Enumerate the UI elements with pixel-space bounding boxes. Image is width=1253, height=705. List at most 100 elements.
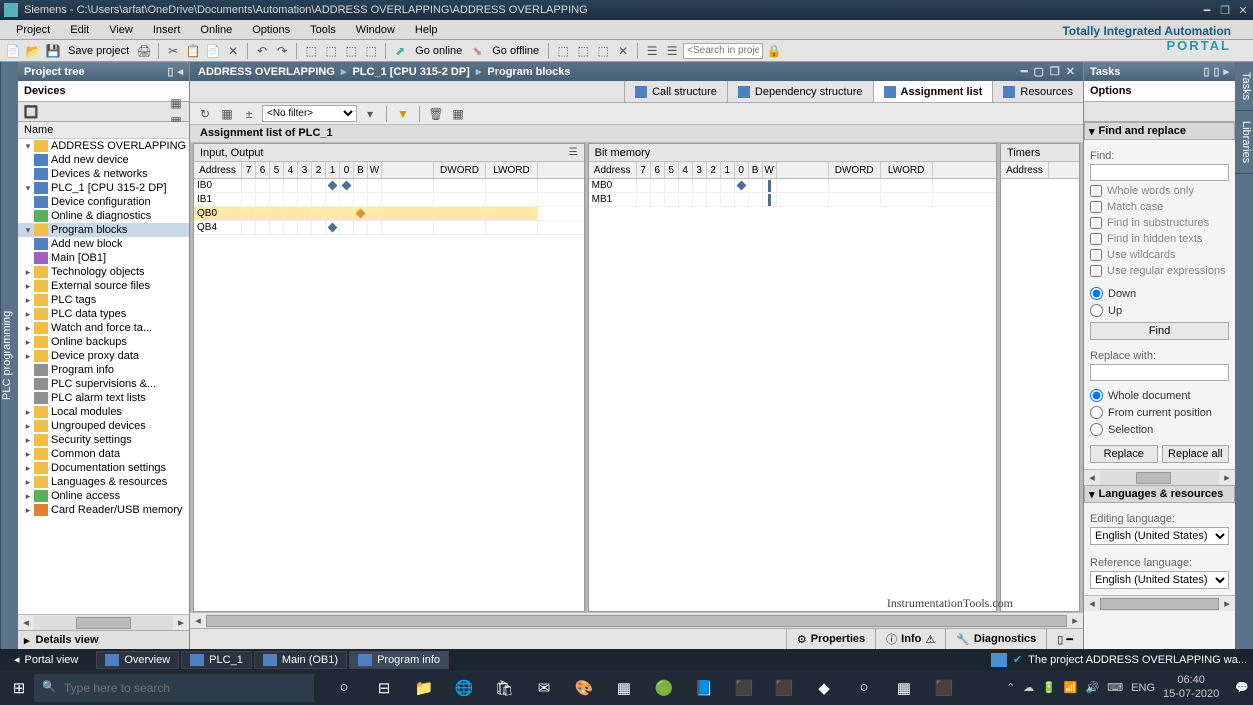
whole-words-checkbox[interactable] [1090,185,1102,197]
side-tab-tasks[interactable]: Tasks [1235,62,1253,111]
pt-collapse-icon[interactable]: ▯ [167,65,173,78]
table-row[interactable]: IB1 [194,193,584,207]
expand-icon[interactable]: ▸ [22,505,34,516]
substructures-checkbox[interactable] [1090,217,1102,229]
go-online-icon[interactable]: ⬈ [391,42,409,60]
expand-icon[interactable]: ▸ [22,491,34,502]
menu-insert[interactable]: Insert [143,24,191,36]
crumb-segment[interactable]: Program blocks [487,66,570,78]
tasks-btn-1[interactable]: ▯ [1203,65,1209,78]
print-icon[interactable]: 🖨 [135,42,153,60]
redo-icon[interactable]: ↷ [273,42,291,60]
tb-icon-4[interactable]: ⬚ [362,42,380,60]
undo-icon[interactable]: ↶ [253,42,271,60]
tray-cloud-icon[interactable]: ☁ [1023,681,1034,694]
expand-icon[interactable]: ▸ [22,267,34,278]
selection-radio[interactable] [1090,423,1103,436]
tree-item[interactable]: ▸Documentation settings [18,461,189,475]
match-case-checkbox[interactable] [1090,201,1102,213]
taskbar-app-2[interactable]: 📁 [404,670,444,705]
col-header[interactable]: LWORD [881,162,933,178]
table-row[interactable]: QB0 [194,207,584,221]
status-tab[interactable]: Program info [349,651,449,669]
col-header[interactable]: 3 [298,162,312,178]
whole-doc-radio[interactable] [1090,389,1103,402]
et-icon-5[interactable]: ▦ [449,105,467,123]
col-header[interactable]: 5 [665,162,679,178]
view-tab-call-structure[interactable]: Call structure [624,81,727,102]
et-icon-3[interactable]: ▾ [361,105,379,123]
list-toggle-icon[interactable]: ☰ [569,147,578,158]
taskbar-app-3[interactable]: 🌐 [444,670,484,705]
taskbar-app-6[interactable]: 🎨 [564,670,604,705]
taskbar-app-5[interactable]: ✉ [524,670,564,705]
expand-icon[interactable]: ▸ [22,407,34,418]
taskbar-app-10[interactable]: ⬛ [724,670,764,705]
tb-icon-2[interactable]: ⬚ [322,42,340,60]
view-tab-assignment-list[interactable]: Assignment list [873,81,993,102]
tree-item[interactable]: Devices & networks [18,167,189,181]
taskbar-app-9[interactable]: 📘 [684,670,724,705]
tree-item[interactable]: Main [OB1] [18,251,189,265]
windows-search-input[interactable] [34,674,314,702]
expand-icon[interactable]: ▸ [22,309,34,320]
go-online-button[interactable]: Go online [411,45,466,57]
replace-input[interactable] [1090,364,1229,381]
tb-icon-9[interactable]: ☰ [663,42,681,60]
tasks-pin-icon[interactable]: ▸ [1223,65,1229,78]
tray-lang[interactable]: ENG [1131,682,1155,694]
portal-view-button[interactable]: ◂ Portal view [6,651,86,668]
tray-battery-icon[interactable]: 🔋 [1042,681,1056,694]
col-header[interactable]: 6 [651,162,665,178]
tree-item[interactable]: Add new device [18,153,189,167]
expand-icon[interactable]: ▾ [22,141,34,152]
table-row[interactable]: IB0 [194,179,584,193]
delete-icon[interactable]: ✕ [224,42,242,60]
col-header[interactable]: 7 [242,162,256,178]
menu-edit[interactable]: Edit [60,24,99,36]
crumb-segment[interactable]: PLC_1 [CPU 315-2 DP] [352,66,469,78]
expand-icon[interactable]: ▸ [22,477,34,488]
refresh-icon[interactable]: ↻ [196,105,214,123]
col-header[interactable]: 7 [637,162,651,178]
tree-item[interactable]: ▸Device proxy data [18,349,189,363]
col-header[interactable]: LWORD [486,162,538,178]
replace-all-button[interactable]: Replace all [1162,445,1230,463]
tb-icon-x[interactable]: ✕ [614,42,632,60]
col-header[interactable]: 6 [256,162,270,178]
filter-select[interactable]: <No filter> [262,105,357,122]
expand-icon[interactable]: ▸ [22,337,34,348]
tree-item[interactable]: ▸Technology objects [18,265,189,279]
tasks-hscroll-1[interactable]: ◂▸ [1084,469,1235,485]
tree-hscroll[interactable]: ◂▸ [18,614,189,630]
col-header[interactable]: 1 [326,162,340,178]
expand-icon[interactable]: ▸ [22,449,34,460]
col-header[interactable] [777,162,829,178]
new-project-icon[interactable]: 📄 [4,42,22,60]
col-header[interactable]: 2 [312,162,326,178]
menu-window[interactable]: Window [346,24,405,36]
find-input[interactable] [1090,164,1229,181]
expand-icon[interactable]: ▾ [22,225,34,236]
inspector-controls[interactable]: ▯ ━ [1046,629,1083,649]
tree-item[interactable]: ▸Ungrouped devices [18,419,189,433]
copy-icon[interactable]: 📋 [184,42,202,60]
menu-project[interactable]: Project [6,24,60,36]
col-header[interactable]: DWORD [434,162,486,178]
menu-tools[interactable]: Tools [300,24,346,36]
et-icon-4[interactable]: 🗑 [427,105,445,123]
editor-min-icon[interactable]: ━ [1021,65,1028,78]
tree-item[interactable]: ▸Security settings [18,433,189,447]
taskbar-app-11[interactable]: ⬛ [764,670,804,705]
cut-icon[interactable]: ✂ [164,42,182,60]
tree-item[interactable]: ▸PLC tags [18,293,189,307]
tb-icon-7[interactable]: ⬚ [594,42,612,60]
view-tab-dependency-structure[interactable]: Dependency structure [727,81,873,102]
up-radio[interactable] [1090,304,1103,317]
menu-help[interactable]: Help [405,24,448,36]
tray-clock[interactable]: 06:4015-07-2020 [1163,674,1219,700]
details-view-header[interactable]: ▸Details view [18,630,189,649]
menu-options[interactable]: Options [242,24,300,36]
menu-online[interactable]: Online [190,24,242,36]
tree-item[interactable]: ▸Local modules [18,405,189,419]
